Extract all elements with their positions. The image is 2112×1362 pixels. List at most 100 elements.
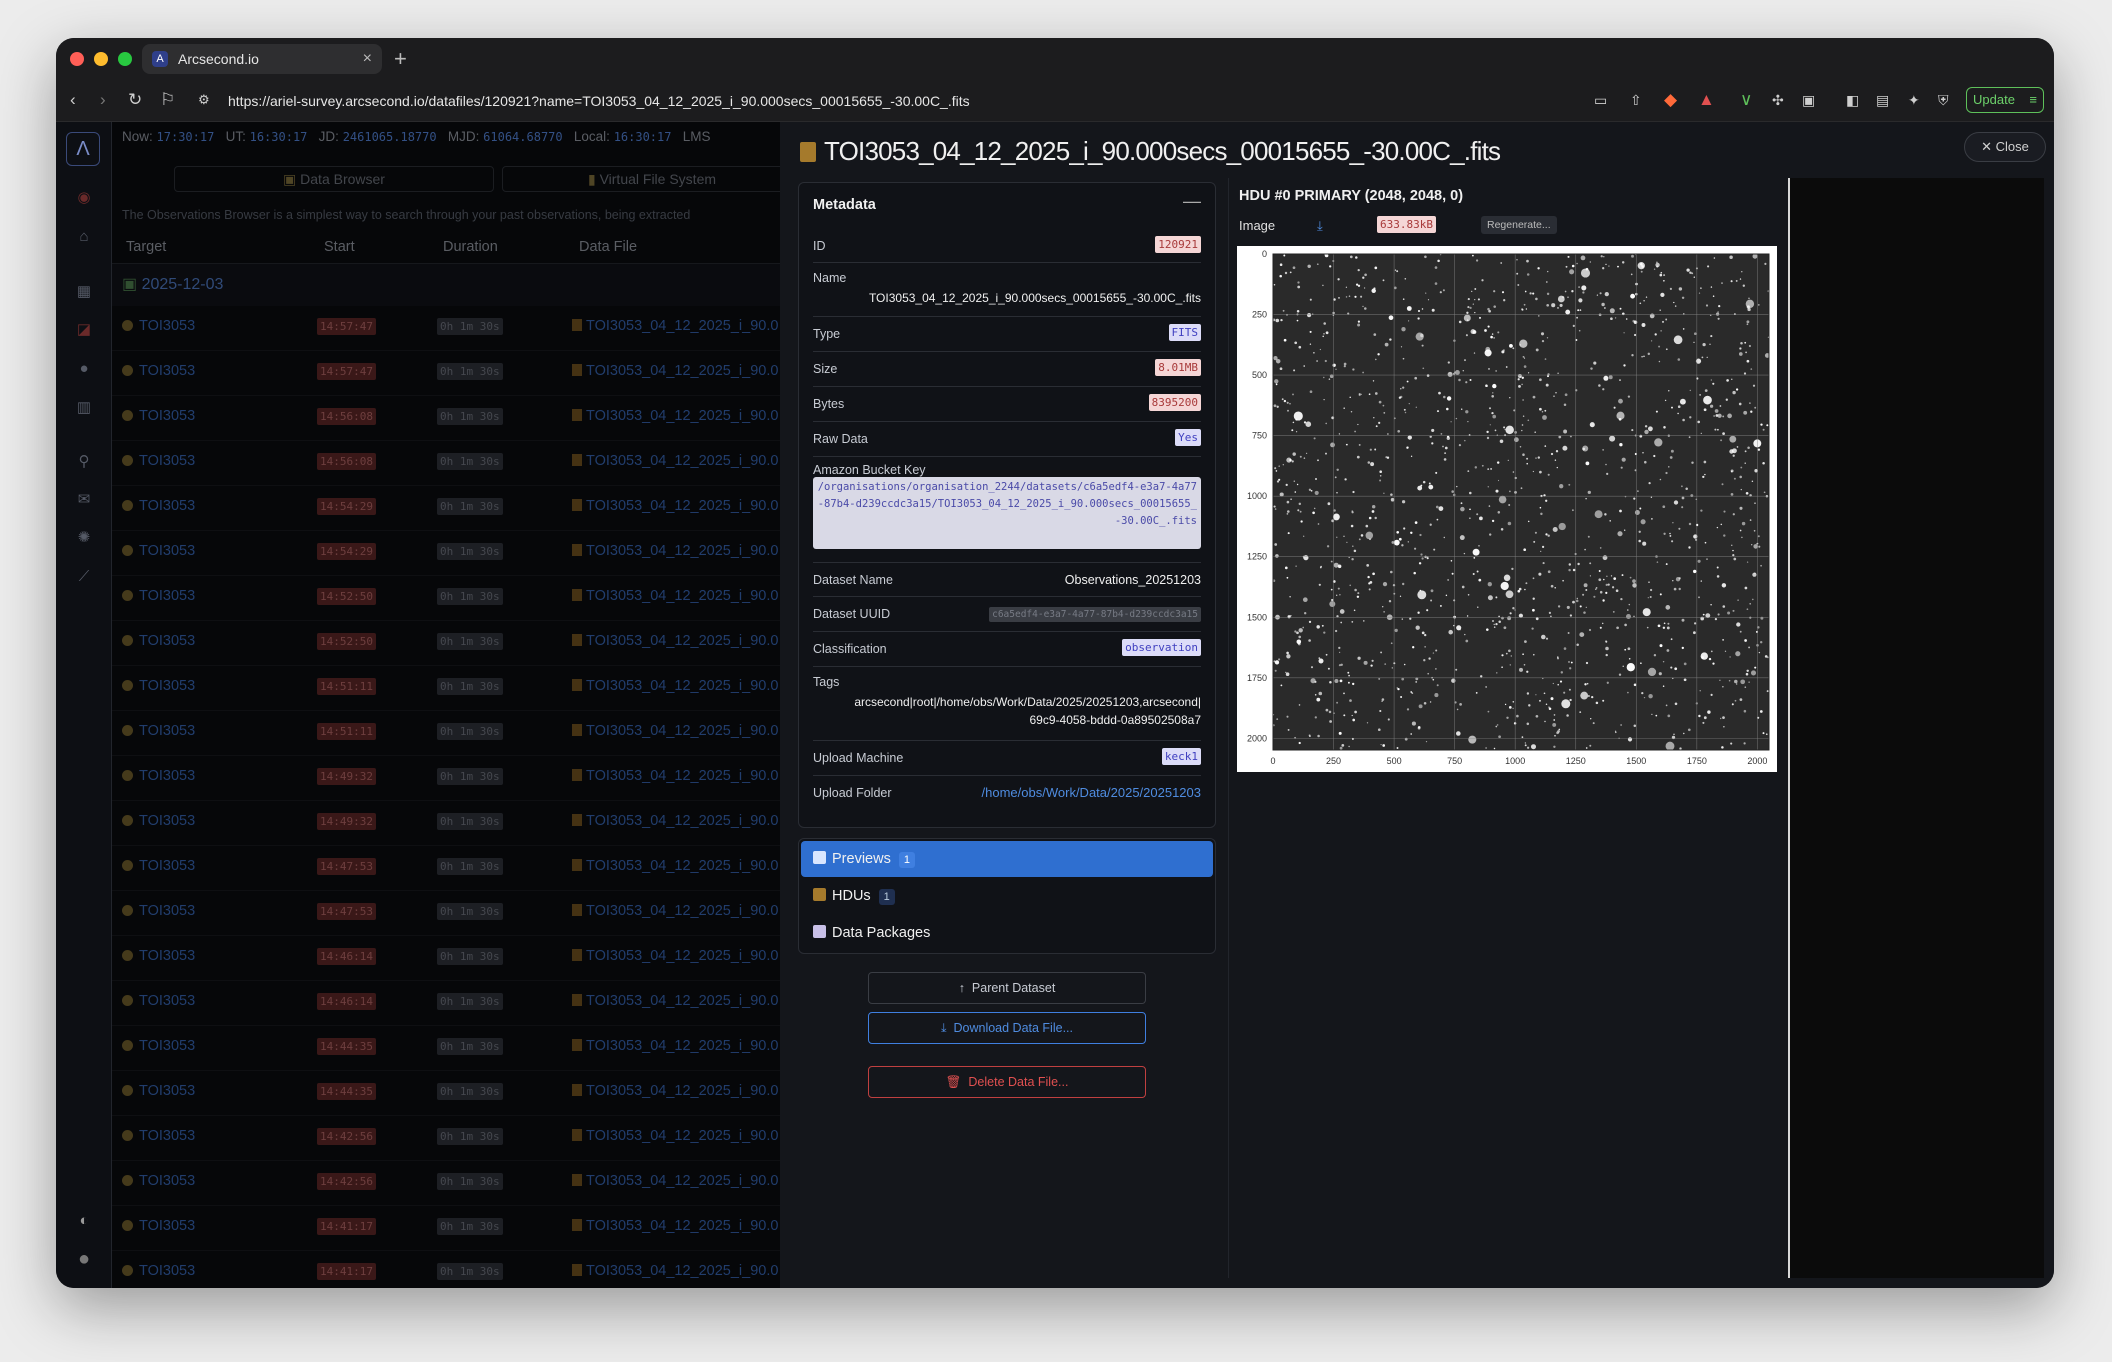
extensions-icon[interactable]: ✣ bbox=[1772, 90, 1784, 110]
x-tick-label: 1500 bbox=[1626, 756, 1646, 766]
download-button[interactable]: ⤓ Download Data File... bbox=[868, 1012, 1146, 1044]
arcsecond-logo-icon[interactable]: Λ bbox=[66, 132, 100, 166]
uuid-badge: c6a5edf4-e3a7-4a77-87b4-d239ccdc3a15 bbox=[989, 607, 1201, 622]
metadata-heading: Metadata bbox=[813, 197, 876, 213]
fits-file-icon bbox=[800, 142, 816, 162]
name-value: TOI3053_04_12_2025_i_90.000secs_00015655… bbox=[868, 291, 1201, 305]
vpn-icon[interactable]: ∨ bbox=[1740, 90, 1752, 110]
delete-button[interactable]: 🗑 Delete Data File... bbox=[868, 1066, 1146, 1098]
cast-icon[interactable]: ▭ bbox=[1594, 90, 1607, 110]
image-background bbox=[1273, 254, 1769, 750]
meta-row-size: Size 8.01MB bbox=[813, 352, 1201, 387]
meta-row-type: Type FITS bbox=[813, 317, 1201, 352]
brave-shield-icon[interactable]: ◆ bbox=[1664, 90, 1677, 110]
collapse-icon[interactable]: — bbox=[1183, 191, 1201, 212]
tab-label: Data Packages bbox=[832, 925, 931, 941]
parent-dataset-label: Parent Dataset bbox=[971, 981, 1056, 995]
hdu-title: HDU #0 PRIMARY (2048, 2048, 0) bbox=[1239, 188, 1464, 204]
regenerate-button[interactable]: Regenerate... bbox=[1481, 216, 1557, 234]
x-tick-label: 1000 bbox=[1505, 756, 1525, 766]
tab-data-packages[interactable]: Data Packages bbox=[801, 915, 1213, 951]
x-tick-label: 1750 bbox=[1687, 756, 1707, 766]
download-image-icon[interactable]: ⤓ bbox=[1317, 218, 1323, 234]
theme-toggle-icon[interactable]: ◐ bbox=[72, 1212, 96, 1229]
avatar[interactable]: ● bbox=[72, 1248, 96, 1271]
minimize-window-button[interactable] bbox=[94, 52, 108, 66]
tab-count: 1 bbox=[878, 889, 895, 905]
screenshot-icon[interactable]: ▣ bbox=[1802, 90, 1815, 110]
mail-icon[interactable]: ✉ bbox=[72, 490, 96, 508]
bookmark-icon[interactable]: ⚐ bbox=[160, 90, 175, 110]
archive-icon[interactable]: ▦ bbox=[72, 282, 96, 300]
shield-icon[interactable]: ⛨ bbox=[1938, 90, 1949, 110]
meta-key: Dataset UUID bbox=[813, 607, 891, 621]
close-icon: ✕ bbox=[1981, 139, 1993, 154]
navigation-rail: Λ ◉ ⌂ ▦ ◪ ● ▥ ⚲ ✉ ✺ ⟋ ◐ ● bbox=[56, 122, 112, 1288]
tab-title: Arcsecond.io bbox=[178, 51, 259, 67]
datafile-title: TOI3053_04_12_2025_i_90.000secs_00015655… bbox=[824, 136, 1501, 166]
chart-icon[interactable]: ⟋ bbox=[72, 568, 96, 585]
x-tick-label: 250 bbox=[1326, 756, 1341, 766]
meta-row-id: ID 120921 bbox=[813, 229, 1201, 263]
meta-key: Size bbox=[813, 362, 838, 376]
rewards-icon[interactable]: ▲ bbox=[1698, 90, 1715, 110]
meta-key: ID bbox=[813, 239, 826, 253]
maximize-window-button[interactable] bbox=[118, 52, 132, 66]
empty-preview-panel bbox=[1790, 178, 2044, 1278]
bucket-key-code: /organisations/organisation_2244/dataset… bbox=[813, 477, 1201, 549]
globe-icon[interactable]: ● bbox=[72, 360, 96, 377]
share-icon[interactable]: ⇧ bbox=[1630, 90, 1642, 110]
new-tab-button[interactable]: + bbox=[394, 44, 407, 74]
sidebar-icon[interactable]: ◧ bbox=[1846, 90, 1859, 110]
y-tick-label: 1750 bbox=[1247, 673, 1267, 683]
settings-icon[interactable]: ✺ bbox=[72, 528, 96, 546]
back-icon[interactable]: ‹ bbox=[70, 90, 76, 110]
wallet-icon[interactable]: ▤ bbox=[1876, 90, 1889, 110]
machine-badge: keck1 bbox=[1161, 748, 1201, 765]
meta-row-bytes: Bytes 8395200 bbox=[813, 387, 1201, 422]
meta-key: Bytes bbox=[813, 397, 845, 411]
site-settings-icon[interactable]: ⚙ bbox=[198, 90, 210, 110]
tab-hdus[interactable]: HDUs 1 bbox=[801, 878, 1213, 914]
meta-key: Amazon Bucket Key bbox=[813, 463, 926, 477]
tab-label: HDUs bbox=[832, 888, 871, 904]
forward-icon[interactable]: › bbox=[100, 90, 106, 110]
y-tick-label: 750 bbox=[1252, 431, 1267, 441]
parent-dataset-button[interactable]: ↑ Parent Dataset bbox=[868, 972, 1146, 1004]
tags-value: arcsecond|root|/home/obs/Work/Data/2025/… bbox=[854, 695, 1201, 709]
close-button[interactable]: ✕ Close bbox=[1964, 132, 2046, 162]
trash-icon: 🗑 bbox=[945, 1075, 962, 1089]
x-tick-label: 750 bbox=[1447, 756, 1462, 766]
calendar-icon[interactable]: ◪ bbox=[72, 320, 96, 338]
meta-row-dataset-name: Dataset Name Observations_20251203 bbox=[813, 563, 1201, 597]
tags-value-cont: 69c9-4058-bddd-0a89502508a7 bbox=[1029, 713, 1202, 727]
close-label: Close bbox=[1995, 139, 2029, 154]
user-icon[interactable]: ⚲ bbox=[72, 452, 96, 470]
leo-ai-icon[interactable]: ✦ bbox=[1908, 90, 1920, 110]
image-label: Image bbox=[1239, 218, 1276, 233]
update-button[interactable]: Update ≡ bbox=[1966, 87, 2044, 113]
y-tick-label: 1000 bbox=[1247, 491, 1267, 501]
modal-backdrop[interactable] bbox=[112, 122, 780, 1288]
meta-key: Name bbox=[813, 271, 847, 285]
meta-row-raw-data: Raw Data Yes bbox=[813, 422, 1201, 457]
reload-icon[interactable]: ↻ bbox=[128, 90, 142, 110]
meta-key: Raw Data bbox=[813, 432, 868, 446]
meta-key: Upload Folder bbox=[813, 786, 892, 800]
meta-row-tags: Tags arcsecond|root|/home/obs/Work/Data/… bbox=[813, 667, 1201, 741]
fits-preview-image[interactable]: 0 250 500 750 1000 1250 1500 1750 2000 0 250 500 750… bbox=[1237, 246, 1777, 772]
hdu-preview-panel: HDU #0 PRIMARY (2048, 2048, 0) Image ⤓ 6… bbox=[1228, 178, 1788, 1278]
storage-icon[interactable]: ▥ bbox=[72, 398, 96, 416]
telescope-icon[interactable]: ⌂ bbox=[72, 228, 96, 245]
target-icon[interactable]: ◉ bbox=[72, 188, 96, 206]
browser-tab[interactable]: A Arcsecond.io × bbox=[142, 44, 382, 74]
close-tab-icon[interactable]: × bbox=[363, 44, 372, 74]
address-bar[interactable]: https://ariel-survey.arcsecond.io/datafi… bbox=[228, 91, 970, 111]
upload-folder-link[interactable]: /home/obs/Work/Data/2025/20251203 bbox=[982, 785, 1201, 800]
meta-row-upload-machine: Upload Machine keck1 bbox=[813, 741, 1201, 776]
tab-previews[interactable]: Previews 1 bbox=[801, 841, 1213, 877]
tab-label: Previews bbox=[832, 851, 891, 867]
fits-plot: 0 250 500 750 1000 1250 1500 1750 2000 0 250 500 750… bbox=[1247, 249, 1770, 766]
bytes-badge: 8395200 bbox=[1148, 394, 1201, 411]
close-window-button[interactable] bbox=[70, 52, 84, 66]
